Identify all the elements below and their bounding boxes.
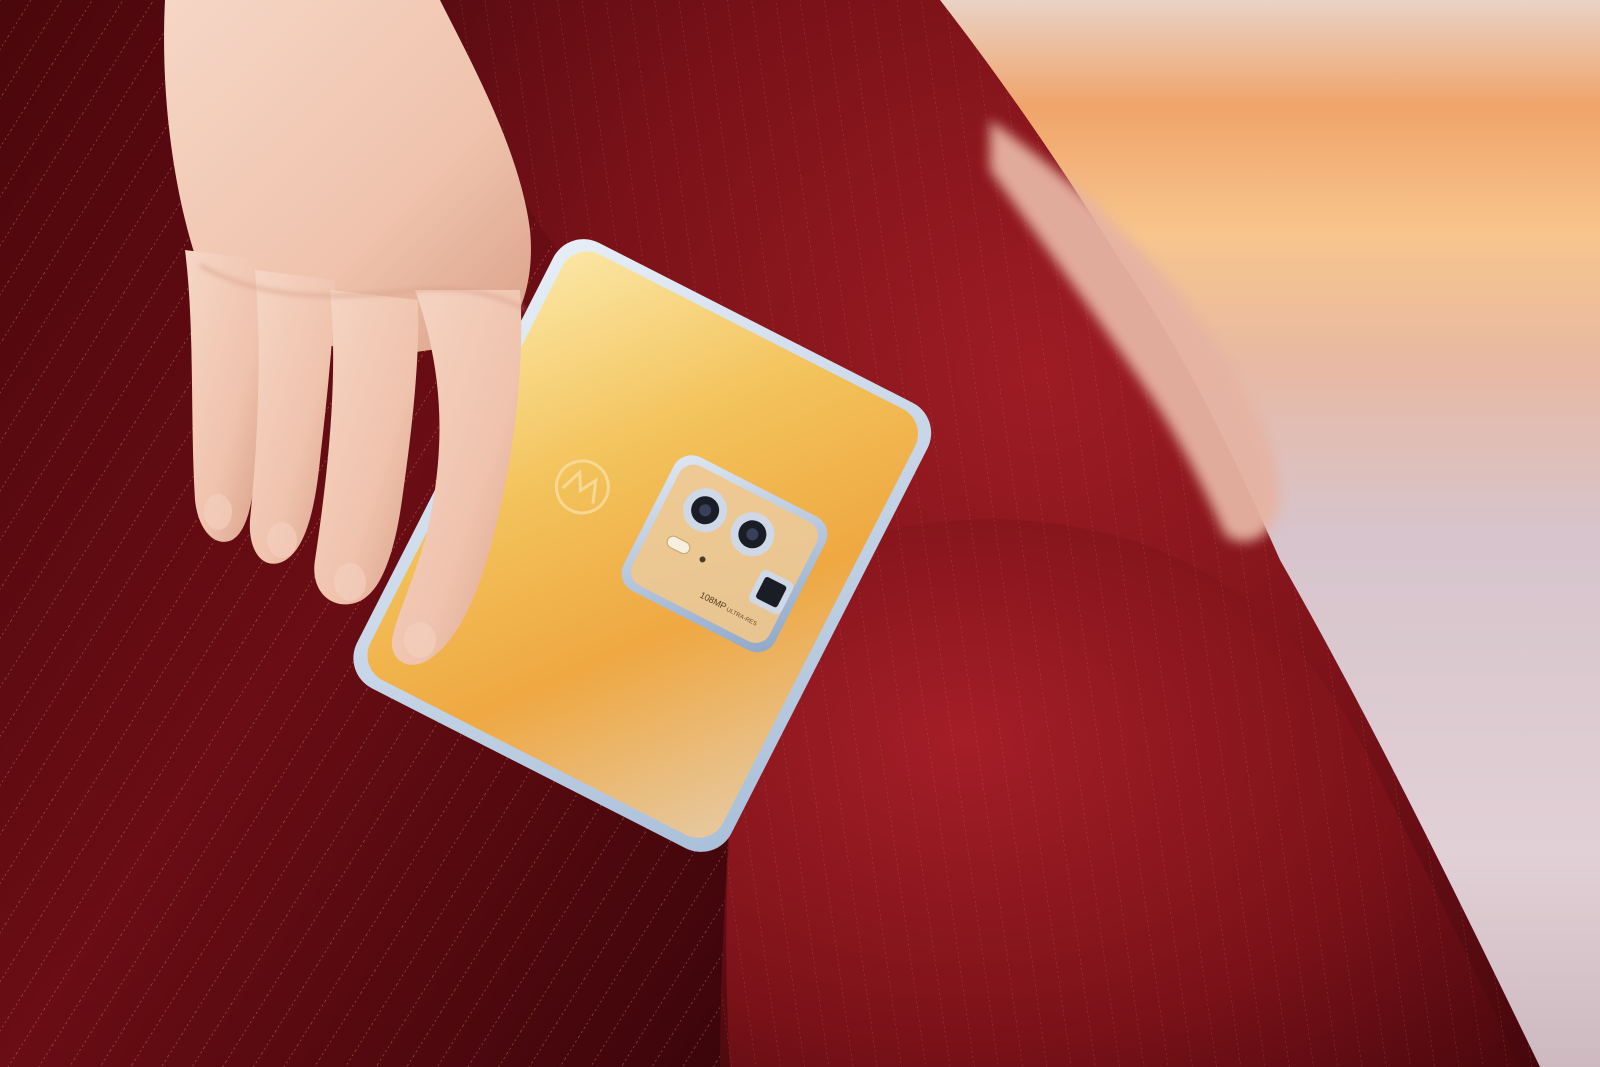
photo-scene: 108MP ULTRA-RES (0, 0, 1600, 1067)
